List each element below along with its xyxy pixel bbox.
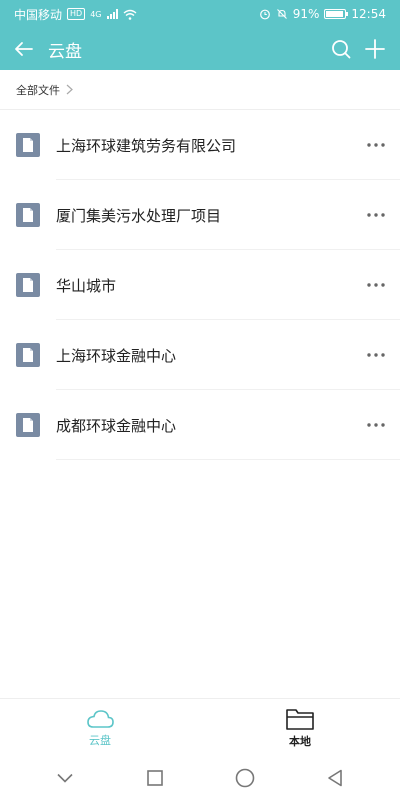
mute-icon — [276, 9, 287, 19]
arrow-left-icon — [15, 42, 33, 56]
document-icon — [0, 413, 56, 437]
alarm-icon — [259, 9, 270, 20]
more-button[interactable] — [352, 195, 400, 235]
document-icon — [0, 133, 56, 157]
tab-label: 本地 — [289, 734, 311, 748]
more-horizontal-icon — [367, 283, 385, 287]
hide-keyboard-button[interactable] — [45, 758, 85, 798]
file-list: 上海环球建筑劳务有限公司 厦门集美污水处理厂项目 华山城市 上海环球金融中心 成… — [0, 110, 400, 460]
recents-button[interactable] — [135, 758, 175, 798]
list-item[interactable]: 成都环球金融中心 — [0, 390, 400, 460]
plus-icon — [365, 39, 385, 59]
breadcrumb-root[interactable]: 全部文件 — [16, 82, 60, 98]
add-button[interactable] — [358, 28, 392, 70]
carrier-name: 中国移动 — [14, 7, 63, 22]
document-icon — [0, 203, 56, 227]
more-horizontal-icon — [367, 143, 385, 147]
network-type: 4G — [90, 9, 102, 19]
document-icon — [0, 273, 56, 297]
list-item[interactable]: 厦门集美污水处理厂项目 — [0, 180, 400, 250]
home-button[interactable] — [225, 758, 265, 798]
file-name: 厦门集美污水处理厂项目 — [56, 206, 222, 225]
list-item[interactable]: 华山城市 — [0, 250, 400, 320]
tab-label: 云盘 — [89, 733, 111, 747]
tab-local[interactable]: 本地 — [200, 699, 400, 756]
search-button[interactable] — [324, 28, 358, 70]
more-horizontal-icon — [367, 213, 385, 217]
circle-icon — [235, 768, 255, 788]
document-icon — [0, 343, 56, 367]
status-bar-right: 91% 12:54 — [259, 7, 386, 21]
system-back-button[interactable] — [315, 758, 355, 798]
more-button[interactable] — [352, 405, 400, 445]
battery-icon — [324, 9, 349, 19]
battery-percent: 91% — [292, 7, 320, 21]
chevron-right-icon — [66, 84, 73, 95]
clock: 12:54 — [351, 7, 386, 21]
system-nav-bar — [0, 756, 400, 800]
file-name: 华山城市 — [56, 276, 117, 295]
list-item[interactable]: 上海环球建筑劳务有限公司 — [0, 110, 400, 180]
signal-icon — [106, 9, 118, 19]
file-name: 成都环球金融中心 — [56, 416, 177, 435]
file-name: 上海环球建筑劳务有限公司 — [56, 136, 237, 155]
more-horizontal-icon — [367, 423, 385, 427]
app-bar: 云盘 — [0, 28, 400, 70]
more-button[interactable] — [352, 265, 400, 305]
square-icon — [147, 770, 163, 786]
more-button[interactable] — [352, 335, 400, 375]
file-name: 上海环球金融中心 — [56, 346, 177, 365]
list-item[interactable]: 上海环球金融中心 — [0, 320, 400, 390]
search-icon — [332, 40, 351, 59]
cloud-icon — [87, 709, 114, 728]
wifi-icon — [123, 9, 136, 20]
page-title: 云盘 — [48, 41, 82, 62]
breadcrumb: 全部文件 — [0, 70, 400, 110]
triangle-back-icon — [328, 769, 342, 787]
status-bar-left: 中国移动 HD 4G — [14, 6, 137, 23]
back-button[interactable] — [0, 28, 48, 70]
bottom-tab-bar: 云盘 本地 — [0, 698, 400, 756]
folder-icon — [286, 708, 314, 730]
tab-cloud[interactable]: 云盘 — [0, 699, 200, 756]
chevron-down-icon — [57, 773, 73, 783]
status-bar: 中国移动 HD 4G 91% 12:54 — [0, 0, 400, 28]
more-horizontal-icon — [367, 353, 385, 357]
hd-badge: HD — [67, 8, 86, 20]
more-button[interactable] — [352, 125, 400, 165]
